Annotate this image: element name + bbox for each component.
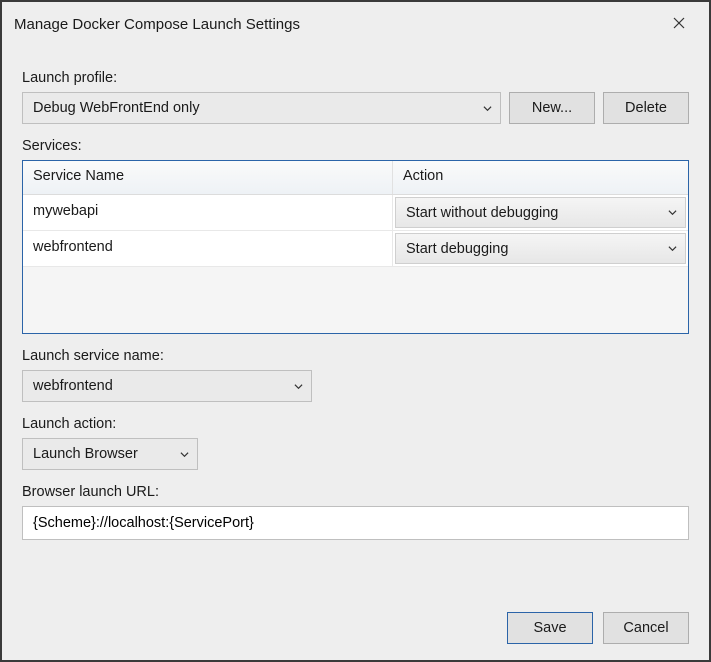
- table-row[interactable]: webfrontend Start debugging: [23, 231, 688, 267]
- launch-action-value: Launch Browser: [33, 446, 138, 462]
- launch-service-name-value: webfrontend: [33, 378, 113, 394]
- col-header-action[interactable]: Action: [393, 161, 688, 194]
- service-action-value: Start without debugging: [406, 205, 558, 221]
- dialog: Manage Docker Compose Launch Settings La…: [0, 0, 711, 662]
- grid-header: Service Name Action: [23, 161, 688, 195]
- col-header-service-name[interactable]: Service Name: [23, 161, 393, 194]
- service-name-cell: webfrontend: [23, 231, 393, 266]
- browser-url-input[interactable]: [22, 506, 689, 540]
- chevron-down-icon: [667, 244, 677, 254]
- launch-profile-label: Launch profile:: [22, 70, 689, 86]
- cancel-button-label: Cancel: [623, 620, 668, 636]
- delete-button-label: Delete: [625, 100, 667, 116]
- close-icon: [673, 16, 685, 32]
- launch-profile-value: Debug WebFrontEnd only: [33, 100, 200, 116]
- services-grid: Service Name Action mywebapi Start witho…: [22, 160, 689, 334]
- cancel-button[interactable]: Cancel: [603, 612, 689, 644]
- save-button[interactable]: Save: [507, 612, 593, 644]
- service-action-dropdown[interactable]: Start without debugging: [395, 197, 686, 228]
- chevron-down-icon: [667, 208, 677, 218]
- service-action-value: Start debugging: [406, 241, 508, 257]
- launch-profile-row: Debug WebFrontEnd only New... Delete: [22, 92, 689, 124]
- delete-button[interactable]: Delete: [603, 92, 689, 124]
- launch-action-label: Launch action:: [22, 416, 689, 432]
- dialog-footer: Save Cancel: [22, 594, 689, 644]
- table-row[interactable]: mywebapi Start without debugging: [23, 195, 688, 231]
- chevron-down-icon: [482, 103, 492, 113]
- dialog-title: Manage Docker Compose Launch Settings: [14, 16, 300, 33]
- chevron-down-icon: [179, 449, 189, 459]
- close-button[interactable]: [661, 10, 697, 38]
- service-action-cell: Start without debugging: [393, 195, 688, 230]
- chevron-down-icon: [293, 381, 303, 391]
- services-label: Services:: [22, 138, 689, 154]
- new-button[interactable]: New...: [509, 92, 595, 124]
- dialog-content: Launch profile: Debug WebFrontEnd only N…: [2, 46, 709, 660]
- browser-url-label: Browser launch URL:: [22, 484, 689, 500]
- launch-action-dropdown[interactable]: Launch Browser: [22, 438, 198, 470]
- launch-service-name-label: Launch service name:: [22, 348, 689, 364]
- launch-profile-dropdown[interactable]: Debug WebFrontEnd only: [22, 92, 501, 124]
- save-button-label: Save: [533, 620, 566, 636]
- service-action-cell: Start debugging: [393, 231, 688, 266]
- service-action-dropdown[interactable]: Start debugging: [395, 233, 686, 264]
- launch-service-name-dropdown[interactable]: webfrontend: [22, 370, 312, 402]
- new-button-label: New...: [532, 100, 572, 116]
- service-name-cell: mywebapi: [23, 195, 393, 230]
- titlebar: Manage Docker Compose Launch Settings: [2, 2, 709, 46]
